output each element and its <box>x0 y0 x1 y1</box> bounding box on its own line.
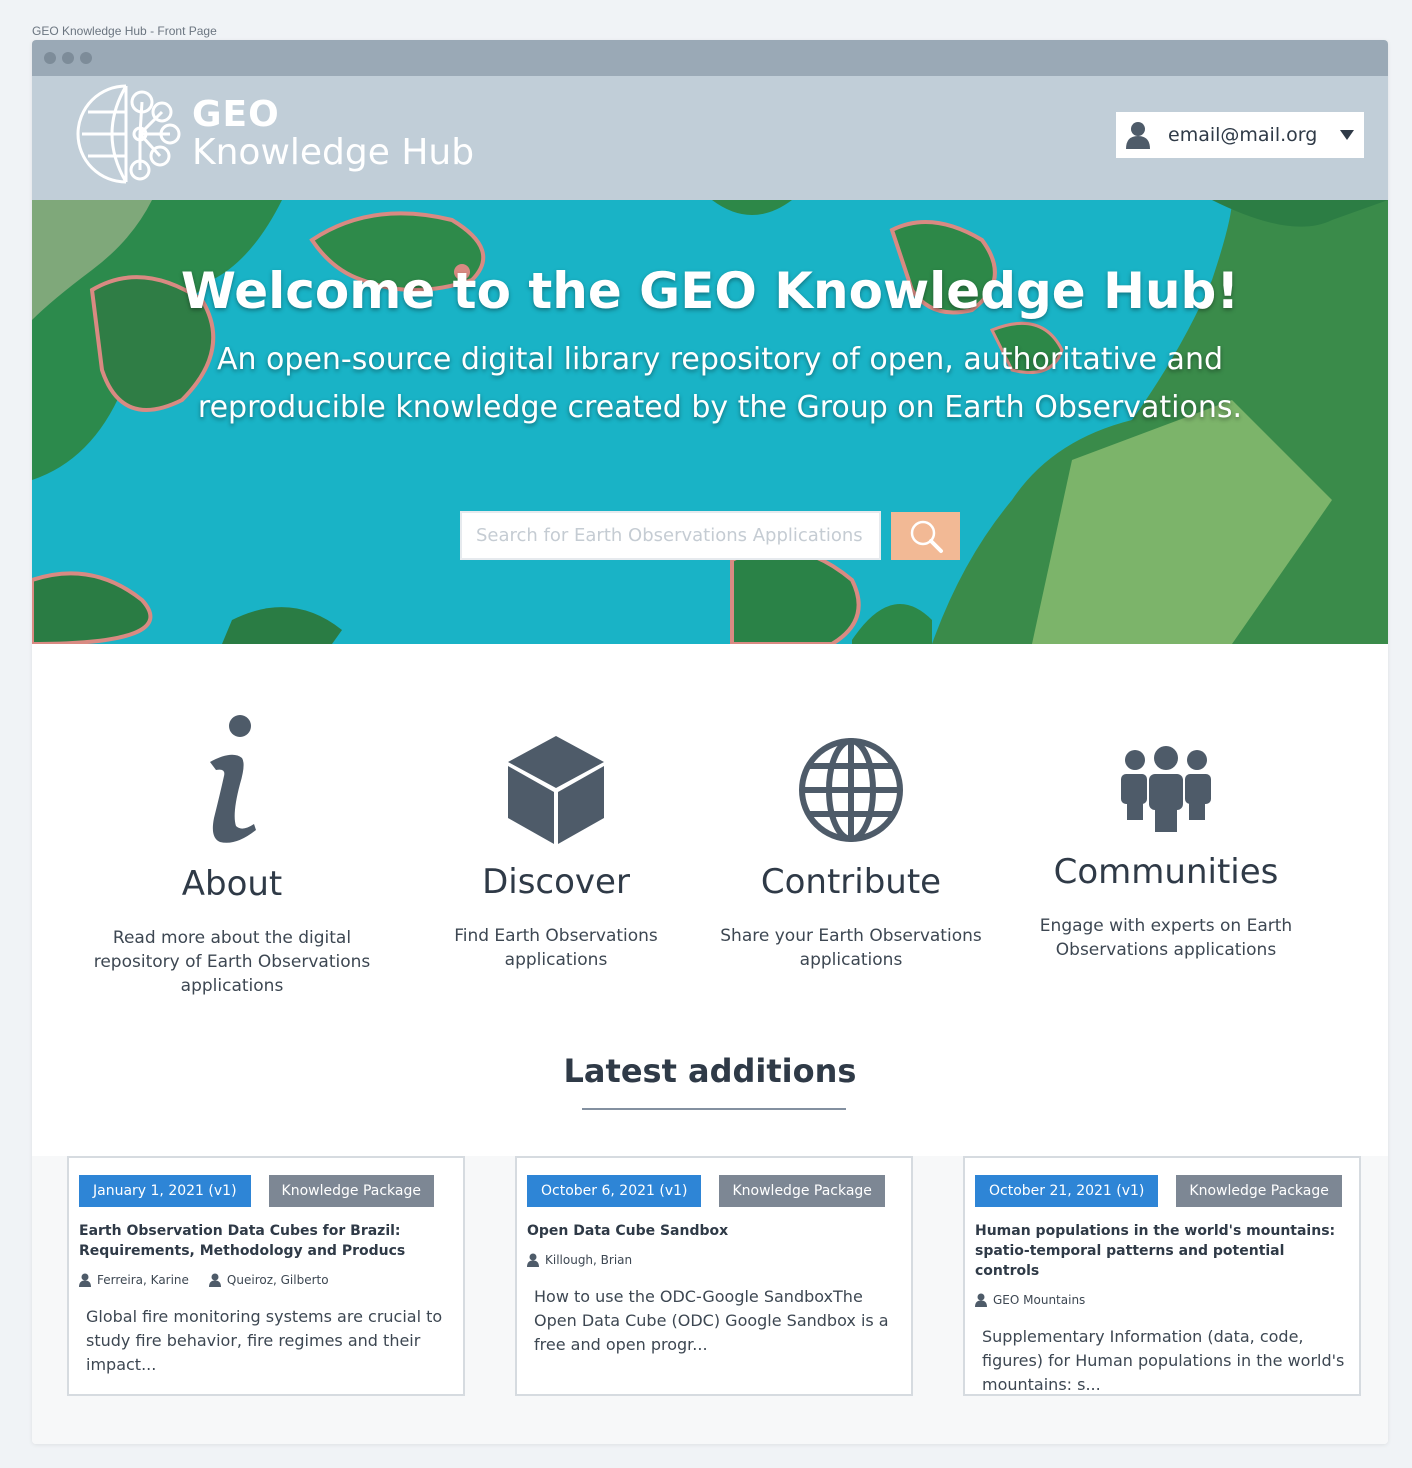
date-badge: October 21, 2021 (v1) <box>975 1175 1159 1207</box>
site-logo[interactable]: GEO Knowledge Hub <box>74 82 474 186</box>
record-card[interactable]: October 6, 2021 (v1) Knowledge Package O… <box>515 1156 913 1396</box>
card-title[interactable]: Earth Observation Data Cubes for Brazil:… <box>79 1221 453 1261</box>
browser-window: GEO Knowledge Hub email@mail.org Welcome… <box>32 40 1388 1444</box>
feature-title: Discover <box>482 862 630 902</box>
feature-title: Contribute <box>760 862 942 902</box>
search-input[interactable] <box>460 511 881 560</box>
author-name: Ferreira, Karine <box>97 1273 189 1287</box>
feature-communities[interactable]: Communities Engage with experts on Earth… <box>1034 746 1298 962</box>
card-title[interactable]: Human populations in the world's mountai… <box>975 1221 1349 1281</box>
window-titlebar <box>32 40 1388 76</box>
heading-underline <box>582 1108 846 1110</box>
type-badge: Knowledge Package <box>719 1175 885 1207</box>
author: GEO Mountains <box>975 1293 1085 1307</box>
users-icon <box>1121 746 1211 832</box>
feature-title: About <box>181 864 283 904</box>
user-icon <box>79 1273 91 1287</box>
search-icon <box>910 520 943 553</box>
window-dot-icon <box>44 52 56 64</box>
author-name: GEO Mountains <box>993 1293 1086 1307</box>
logo-geo-text: GEO <box>192 94 280 135</box>
feature-description: Find Earth Observations applications <box>454 926 658 970</box>
author: Queiroz, Gilberto <box>208 1273 329 1287</box>
feature-title: Communities <box>1053 852 1279 892</box>
date-badge: October 6, 2021 (v1) <box>527 1175 702 1207</box>
card-description: Global fire monitoring systems are cruci… <box>86 1307 443 1374</box>
geo-globe-logo-icon <box>76 84 181 184</box>
hero-subtitle: An open-source digital library repositor… <box>197 342 1243 425</box>
page-caption: GEO Knowledge Hub - Front Page <box>32 24 217 38</box>
site-header: GEO Knowledge Hub email@mail.org <box>32 76 1388 200</box>
chevron-down-icon <box>1340 130 1354 140</box>
record-card[interactable]: October 21, 2021 (v1) Knowledge Package … <box>963 1156 1361 1396</box>
feature-contribute[interactable]: Contribute Share your Earth Observations… <box>720 736 982 972</box>
globe-icon <box>799 738 903 842</box>
info-icon <box>210 715 256 843</box>
author: Killough, Brian <box>527 1253 632 1267</box>
user-icon <box>208 1273 221 1287</box>
search-button[interactable] <box>891 512 960 560</box>
author-list: Ferreira, Karine Queiroz, Gilberto <box>79 1273 453 1287</box>
author-list: Killough, Brian <box>527 1253 901 1267</box>
user-email: email@mail.org <box>1168 124 1318 146</box>
feature-description: Engage with experts on Earth Observation… <box>1039 916 1293 960</box>
author-name: Killough, Brian <box>545 1253 633 1267</box>
cube-icon <box>508 736 604 844</box>
feature-description: Share your Earth Observations applicatio… <box>720 926 982 970</box>
card-title[interactable]: Open Data Cube Sandbox <box>527 1221 901 1241</box>
hero-title: Welcome to the GEO Knowledge Hub! <box>180 262 1240 320</box>
feature-discover[interactable]: Discover Find Earth Observations applica… <box>436 736 676 972</box>
logo-subtitle-text: Knowledge Hub <box>192 132 475 173</box>
user-account-dropdown[interactable]: email@mail.org <box>1116 112 1364 158</box>
window-dot-icon <box>62 52 74 64</box>
user-icon <box>975 1293 987 1307</box>
author: Ferreira, Karine <box>79 1273 189 1287</box>
hero-banner: Welcome to the GEO Knowledge Hub! An ope… <box>32 200 1388 644</box>
user-icon <box>1126 122 1150 149</box>
type-badge: Knowledge Package <box>1176 1175 1342 1207</box>
card-description: Supplementary Information (data, code, f… <box>982 1327 1345 1394</box>
record-card[interactable]: January 1, 2021 (v1) Knowledge Package E… <box>67 1156 465 1396</box>
author-list: GEO Mountains <box>975 1293 1349 1307</box>
card-description: How to use the ODC-Google SandboxThe Ope… <box>534 1287 889 1354</box>
date-badge: January 1, 2021 (v1) <box>79 1175 251 1207</box>
feature-about[interactable]: About Read more about the digital reposi… <box>92 714 372 998</box>
user-icon <box>527 1253 539 1267</box>
logo-wordmark: GEO Knowledge Hub <box>192 97 474 171</box>
author-name: Queiroz, Gilberto <box>226 1273 329 1287</box>
window-dot-icon <box>80 52 92 64</box>
feature-description: Read more about the digital repository o… <box>93 928 371 996</box>
latest-additions-heading: Latest additions <box>563 1052 857 1090</box>
type-badge: Knowledge Package <box>268 1175 434 1207</box>
